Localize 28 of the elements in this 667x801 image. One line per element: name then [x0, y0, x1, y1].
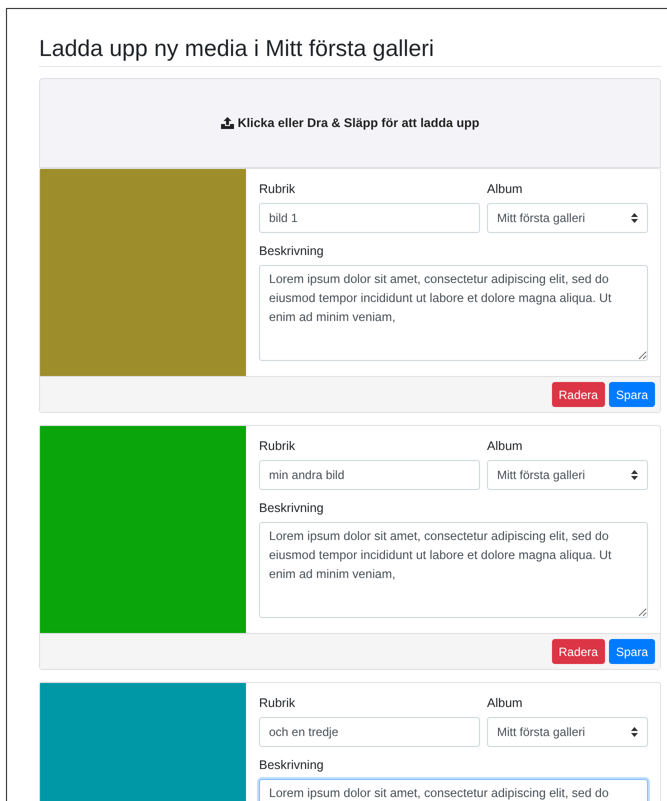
save-button[interactable]: Spara: [608, 382, 655, 407]
updown-icon: [631, 213, 638, 223]
delete-button[interactable]: Radera: [552, 639, 605, 664]
field-label: Rubrik: [259, 439, 296, 454]
title-input[interactable]: och en tredje: [259, 717, 480, 747]
field-label: Beskrivning: [259, 501, 324, 516]
field-label: Rubrik: [259, 696, 296, 711]
title-input[interactable]: bild 1: [259, 203, 480, 233]
field-label: Album: [487, 696, 522, 711]
field-label: Album: [487, 439, 522, 454]
updown-icon: [631, 727, 638, 737]
field-label: Rubrik: [259, 182, 296, 197]
field-label: Beskrivning: [259, 244, 324, 259]
upload-icon: [220, 117, 234, 129]
delete-button[interactable]: Radera: [552, 382, 605, 407]
album-select[interactable]: Mitt första galleri: [487, 717, 648, 747]
save-button[interactable]: Spara: [608, 639, 655, 664]
description-textarea[interactable]: Lorem ipsum dolor sit amet, consectetur adipiscing elit, sed do eiusmod tempor incididunt ut labore et dolore magna aliqua. Ut enim ad minim veniam,: [259, 265, 648, 361]
field-label: Album: [487, 182, 522, 197]
updown-icon: [631, 470, 638, 480]
field-label: Beskrivning: [259, 758, 324, 773]
description-textarea[interactable]: Lorem ipsum dolor sit amet, consectetur adipiscing elit, sed do eiusmod tempor incididunt ut labore et dolore magna aliqua. Ut enim ad minim veniam,: [259, 522, 648, 618]
description-textarea[interactable]: Lorem ipsum dolor sit amet, consectetur adipiscing elit, sed do: [259, 779, 648, 801]
album-select[interactable]: Mitt första galleri: [487, 460, 648, 490]
album-select[interactable]: Mitt första galleri: [487, 203, 648, 233]
title-input[interactable]: min andra bild: [259, 460, 480, 490]
upload-dropzone[interactable]: Klicka eller Dra & Släpp för att ladda upp: [39, 78, 661, 168]
page-title: Ladda upp ny media i Mitt första galleri: [39, 35, 436, 61]
